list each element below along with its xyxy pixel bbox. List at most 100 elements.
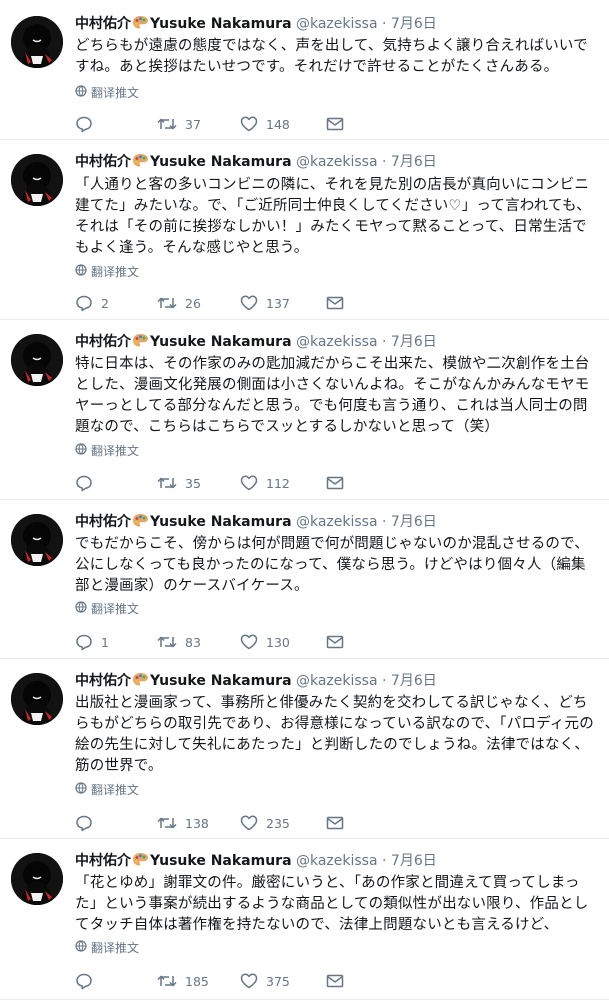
user-handle[interactable]: @kazekissa — [296, 853, 378, 869]
reply-icon — [75, 474, 93, 492]
direct-message-button[interactable] — [326, 476, 344, 490]
user-handle[interactable]: @kazekissa — [296, 334, 378, 350]
tweet-date[interactable]: 7月6日 — [391, 514, 437, 530]
reply-button[interactable]: 2 — [75, 294, 157, 312]
user-handle[interactable]: @kazekissa — [296, 154, 378, 170]
user-handle[interactable]: @kazekissa — [296, 673, 378, 689]
tweet-date[interactable]: 7月6日 — [391, 334, 437, 350]
tweet-date[interactable]: 7月6日 — [391, 16, 437, 32]
retweet-count: 83 — [185, 634, 201, 650]
translate-tweet-link[interactable]: 翻译推文 — [75, 264, 139, 280]
heart-icon — [240, 116, 258, 132]
retweet-button[interactable]: 83 — [157, 634, 240, 650]
tweet-actions: 138 235 — [75, 813, 344, 833]
retweet-icon — [157, 116, 177, 132]
translate-label: 翻译推文 — [91, 941, 140, 955]
tweet[interactable]: 中村佑介 Yusuke Nakamura @kazekissa · 7月6日 で… — [0, 500, 609, 659]
reply-count: 2 — [101, 295, 109, 311]
globe-icon — [75, 940, 87, 956]
tweet[interactable]: 中村佑介 Yusuke Nakamura @kazekissa · 7月6日 ど… — [0, 0, 609, 140]
like-button[interactable]: 375 — [240, 973, 326, 989]
translate-tweet-link[interactable]: 翻译推文 — [75, 782, 139, 798]
retweet-icon — [157, 634, 177, 650]
globe-icon — [75, 264, 87, 280]
direct-message-button[interactable] — [326, 296, 344, 310]
translate-tweet-link[interactable]: 翻译推文 — [75, 601, 139, 617]
tweet-header: 中村佑介 Yusuke Nakamura @kazekissa · 7月6日 — [75, 851, 437, 871]
envelope-icon — [326, 476, 344, 490]
user-handle[interactable]: @kazekissa — [296, 514, 378, 530]
display-name[interactable]: 中村佑介 — [75, 16, 131, 32]
globe-icon — [75, 443, 87, 459]
translate-tweet-link[interactable]: 翻译推文 — [75, 443, 139, 459]
tweet-header: 中村佑介 Yusuke Nakamura @kazekissa · 7月6日 — [75, 512, 437, 532]
translate-tweet-link[interactable]: 翻译推文 — [75, 940, 139, 956]
direct-message-button[interactable] — [326, 635, 344, 649]
reply-icon — [75, 814, 93, 832]
tweet-actions: 2 26 137 — [75, 293, 344, 313]
tweet-text: 「人通りと客の多いコンビニの隣に、それを見た別の店長が真向いにコンビニ建てた」み… — [75, 177, 591, 256]
palette-emoji-icon — [132, 333, 149, 354]
display-name[interactable]: 中村佑介 — [75, 673, 131, 689]
latin-name[interactable]: Yusuke Nakamura — [150, 16, 292, 32]
latin-name[interactable]: Yusuke Nakamura — [150, 673, 292, 689]
tweet-header: 中村佑介 Yusuke Nakamura @kazekissa · 7月6日 — [75, 14, 437, 34]
reply-button[interactable] — [75, 814, 157, 832]
separator-dot: · — [382, 853, 387, 869]
tweet-date[interactable]: 7月6日 — [391, 154, 437, 170]
retweet-button[interactable]: 26 — [157, 295, 240, 311]
display-name[interactable]: 中村佑介 — [75, 334, 131, 350]
tweet-text: 出版社と漫画家って、事務所と俳優みたく契約を交わしてる訳じゃなく、どちらもがどち… — [75, 695, 594, 774]
like-count: 235 — [266, 815, 290, 831]
display-name[interactable]: 中村佑介 — [75, 514, 131, 530]
retweet-button[interactable]: 35 — [157, 475, 240, 491]
translate-label: 翻译推文 — [91, 602, 140, 616]
like-button[interactable]: 137 — [240, 295, 326, 311]
tweet-text: どちらもが遠慮の態度ではなく、声を出して、気持ちよく譲り合えればいいですね。あと… — [75, 38, 588, 75]
tweet-header: 中村佑介 Yusuke Nakamura @kazekissa · 7月6日 — [75, 152, 437, 172]
avatar[interactable] — [11, 334, 63, 386]
retweet-button[interactable]: 138 — [157, 815, 240, 831]
avatar[interactable] — [11, 154, 63, 206]
latin-name[interactable]: Yusuke Nakamura — [150, 514, 292, 530]
latin-name[interactable]: Yusuke Nakamura — [150, 853, 292, 869]
translate-tweet-link[interactable]: 翻译推文 — [75, 85, 139, 101]
avatar[interactable] — [11, 853, 63, 905]
reply-button[interactable]: 1 — [75, 633, 157, 651]
tweet[interactable]: 中村佑介 Yusuke Nakamura @kazekissa · 7月6日 「… — [0, 839, 609, 1000]
display-name[interactable]: 中村佑介 — [75, 154, 131, 170]
separator-dot: · — [382, 334, 387, 350]
tweet[interactable]: 中村佑介 Yusuke Nakamura @kazekissa · 7月6日 「… — [0, 140, 609, 320]
like-button[interactable]: 130 — [240, 634, 326, 650]
user-handle[interactable]: @kazekissa — [296, 16, 378, 32]
avatar[interactable] — [11, 514, 63, 566]
avatar[interactable] — [11, 16, 63, 68]
display-name[interactable]: 中村佑介 — [75, 853, 131, 869]
reply-button[interactable] — [75, 474, 157, 492]
retweet-button[interactable]: 185 — [157, 973, 240, 989]
reply-icon — [75, 633, 93, 651]
tweet[interactable]: 中村佑介 Yusuke Nakamura @kazekissa · 7月6日 出… — [0, 659, 609, 839]
tweet[interactable]: 中村佑介 Yusuke Nakamura @kazekissa · 7月6日 特… — [0, 320, 609, 500]
reply-button[interactable] — [75, 972, 157, 990]
latin-name[interactable]: Yusuke Nakamura — [150, 154, 292, 170]
reply-button[interactable] — [75, 115, 157, 133]
direct-message-button[interactable] — [326, 816, 344, 830]
palette-emoji-icon — [132, 15, 149, 36]
retweet-icon — [157, 475, 177, 491]
like-button[interactable]: 235 — [240, 815, 326, 831]
heart-icon — [240, 295, 258, 311]
direct-message-button[interactable] — [326, 974, 344, 988]
translate-label: 翻译推文 — [91, 86, 140, 100]
like-button[interactable]: 112 — [240, 475, 326, 491]
retweet-icon — [157, 295, 177, 311]
reply-icon — [75, 294, 93, 312]
direct-message-button[interactable] — [326, 117, 344, 131]
tweet-date[interactable]: 7月6日 — [391, 673, 437, 689]
like-button[interactable]: 148 — [240, 116, 326, 132]
retweet-button[interactable]: 37 — [157, 116, 240, 132]
latin-name[interactable]: Yusuke Nakamura — [150, 334, 292, 350]
tweet-date[interactable]: 7月6日 — [391, 853, 437, 869]
avatar[interactable] — [11, 673, 63, 725]
globe-icon — [75, 601, 87, 617]
